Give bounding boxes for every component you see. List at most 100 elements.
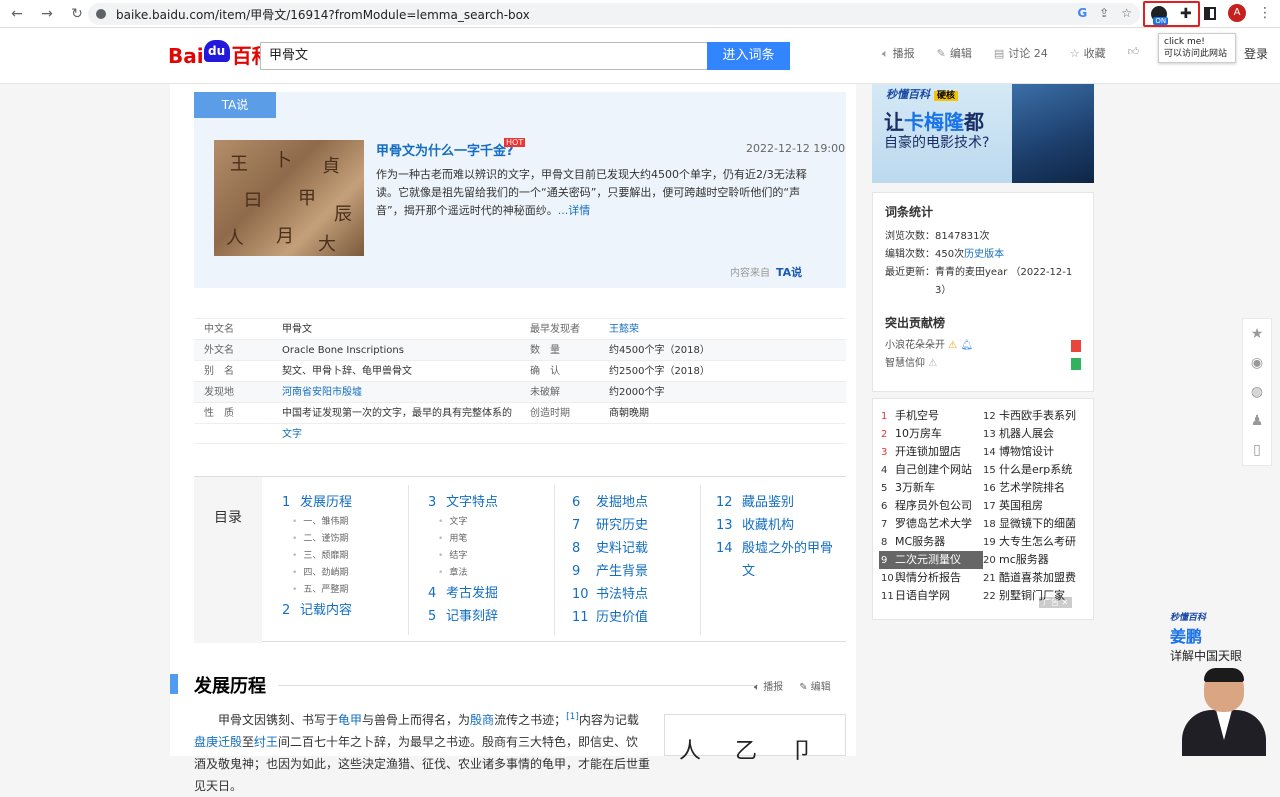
site-info-icon[interactable] <box>96 9 106 19</box>
toc-item[interactable]: 6 发掘地点 <box>572 491 648 514</box>
play-button[interactable]: 🔈︎ 播报 <box>882 45 915 61</box>
mobile-icon[interactable]: ▯ <box>1253 442 1261 458</box>
ta-brand-logo[interactable]: TA说 <box>776 266 802 279</box>
ta-tab[interactable]: TA说 <box>194 92 276 118</box>
hot-item[interactable]: 7 罗德岛艺术大学 <box>881 515 972 533</box>
discuss-button[interactable]: ▤ 讨论 24 <box>994 45 1048 61</box>
hot-item-highlighted[interactable]: 9 二次元测量仪 <box>879 551 983 569</box>
share-icon[interactable]: ⇪ <box>1099 6 1109 20</box>
extension-on-badge: ON <box>1153 17 1169 25</box>
hot-item[interactable]: 10舆情分析报告 <box>881 569 961 587</box>
hot-item[interactable]: 4 自己创建个网站 <box>881 461 972 479</box>
hot-item[interactable]: 13 机器人展会 <box>983 425 1054 443</box>
toc-subitem[interactable]: 四、劲峭期 <box>282 565 352 582</box>
section-edit-button[interactable]: ✎ 编辑 <box>799 678 831 693</box>
hot-item[interactable]: 5 3万新车 <box>881 479 935 497</box>
toc-item[interactable]: 1 发展历程 <box>282 491 352 514</box>
toc-subitem[interactable]: 文字 <box>428 514 498 531</box>
side-panel-icon[interactable] <box>1204 7 1216 20</box>
toc-item[interactable]: 2 记载内容 <box>282 599 352 622</box>
toc-subitem[interactable]: 章法 <box>428 565 498 582</box>
hot-item[interactable]: 11日语自学网 <box>881 587 950 605</box>
toc-subitem[interactable]: 二、谨饬期 <box>282 531 352 548</box>
extension-icon[interactable]: ON <box>1151 6 1169 25</box>
ad-tag[interactable]: 广告 ✕ <box>1039 597 1073 608</box>
hot-item[interactable]: 17 英国租房 <box>983 497 1043 515</box>
hot-item[interactable]: 2 10万房车 <box>881 425 942 443</box>
reference-mark[interactable]: [1] <box>566 712 579 722</box>
search-input[interactable]: 甲骨文 <box>260 42 708 70</box>
toc-subitem[interactable]: 结字 <box>428 548 498 565</box>
section-play-button[interactable]: 🔈︎ 播报 <box>754 678 783 693</box>
toc-item[interactable]: 14 殷墟之外的甲骨 <box>716 537 833 560</box>
star-icon[interactable]: ★ <box>1251 326 1264 342</box>
hot-item[interactable]: 15 什么是erp系统 <box>983 461 1072 479</box>
para-link[interactable]: 龟甲 <box>338 713 362 727</box>
toc-item[interactable]: 8 史料记载 <box>572 537 648 560</box>
edit-button[interactable]: ✎ 编辑 <box>937 45 972 61</box>
hot-item[interactable]: 20 mc服务器 <box>983 551 1049 569</box>
hot-item[interactable]: 16 艺术学院排名 <box>983 479 1065 497</box>
address-url[interactable]: baike.baidu.com/item/甲骨文/16914?fromModul… <box>116 6 530 23</box>
toc-item[interactable]: 4 考古发掘 <box>428 582 498 605</box>
like-button[interactable]: 👍︎ <box>1128 45 1144 61</box>
wechat-icon[interactable]: ◍ <box>1251 384 1263 400</box>
extensions-puzzle-icon[interactable]: ✚ <box>1180 6 1192 22</box>
ta-article-title[interactable]: 甲骨文为什么一字千金? <box>376 140 514 159</box>
ta-card: TA说 王卜貞 曰甲辰 人月大 甲骨文为什么一字千金? HOT 2022-12-… <box>194 92 846 288</box>
contributor-row[interactable]: 小浪花朵朵开 ⚠ 🔔︎ <box>885 337 1081 355</box>
hot-term: mc服务器 <box>999 553 1049 566</box>
video-promo[interactable]: 秒懂百科 姜鹏 详解中国天眼 <box>1170 610 1280 756</box>
toc-subitem[interactable]: 三、颓靡期 <box>282 548 352 565</box>
toc-item[interactable]: 3 文字特点 <box>428 491 498 514</box>
forward-icon[interactable]: → <box>40 6 54 22</box>
updated-by[interactable]: 青青的麦田year <box>935 267 1007 278</box>
toc-item[interactable]: 10 书法特点 <box>572 583 648 606</box>
para-link[interactable]: 纣王 <box>254 735 278 749</box>
hot-item[interactable]: 6 程序员外包公司 <box>881 497 972 515</box>
history-version-link[interactable]: 历史版本 <box>964 249 1004 260</box>
info-link[interactable]: 文字 <box>282 424 302 445</box>
toc-item[interactable]: 7 研究历史 <box>572 514 648 537</box>
ad-banner[interactable]: 秒懂百科 硬核 让卡梅隆都 自豪的电影技术? <box>872 84 1094 183</box>
toc-subitem[interactable]: 一、雏伟期 <box>282 514 352 531</box>
hot-item[interactable]: 1 手机空号 <box>881 407 939 425</box>
bookmark-star-icon[interactable]: ☆ <box>1121 6 1132 20</box>
qq-icon[interactable]: ♟ <box>1251 413 1264 429</box>
login-link[interactable]: 登录 <box>1244 45 1268 62</box>
hot-item[interactable]: 18 显微镜下的细菌 <box>983 515 1076 533</box>
hot-item[interactable]: 3 开连锁加盟店 <box>881 443 961 461</box>
ta-more-link[interactable]: ...详情 <box>558 204 591 217</box>
oracle-bone-image[interactable]: 王卜貞 曰甲辰 人月大 <box>214 140 364 256</box>
weibo-icon[interactable]: ◉ <box>1251 355 1263 371</box>
para-link[interactable]: 盘庚迁殷 <box>194 735 242 749</box>
collect-button[interactable]: ☆ 收藏 <box>1070 45 1106 61</box>
toc-item[interactable]: 文 <box>716 560 833 583</box>
contributor-row[interactable]: 智慧信仰 ⚠ <box>885 355 1081 373</box>
hot-item[interactable]: 21 酷道喜茶加盟费 <box>983 569 1076 587</box>
enter-entry-button[interactable]: 进入词条 <box>707 42 790 70</box>
more-menu-icon[interactable]: ⋮ <box>1258 5 1272 21</box>
google-icon[interactable]: G <box>1077 6 1087 20</box>
hot-item[interactable]: 8 MC服务器 <box>881 533 945 551</box>
hot-item[interactable]: 14 博物馆设计 <box>983 443 1054 461</box>
toc-subitem[interactable]: 用笔 <box>428 531 498 548</box>
back-icon[interactable]: ← <box>10 6 24 22</box>
hot-item[interactable]: 12 卡西欧手表系列 <box>983 407 1076 425</box>
toc-subitem[interactable]: 五、严整期 <box>282 582 352 599</box>
toc-item[interactable]: 13 收藏机构 <box>716 514 833 537</box>
toc-item[interactable]: 9 产生背景 <box>572 560 648 583</box>
close-icon[interactable]: ✕ <box>1062 598 1069 607</box>
hot-item[interactable]: 19 大专生怎么考研 <box>983 533 1076 551</box>
para-link[interactable]: 殷商 <box>470 713 494 727</box>
toc-item[interactable]: 11 历史价值 <box>572 606 648 629</box>
toc-item[interactable]: 5 记事刻辞 <box>428 605 498 628</box>
baidu-baike-logo[interactable]: Bai du 百科 <box>168 40 272 69</box>
reload-icon[interactable]: ↻ <box>70 6 84 22</box>
address-bar[interactable]: baike.baidu.com/item/甲骨文/16914?fromModul… <box>88 3 1140 25</box>
profile-avatar[interactable]: A <box>1228 4 1246 22</box>
toc-item[interactable]: 12 藏品鉴别 <box>716 491 833 514</box>
info-link[interactable]: 河南省安阳市殷墟 <box>282 382 362 403</box>
oracle-glyph-figure[interactable]: 人 乙 卩 <box>664 714 846 764</box>
info-link[interactable]: 王懿荣 <box>609 319 639 340</box>
